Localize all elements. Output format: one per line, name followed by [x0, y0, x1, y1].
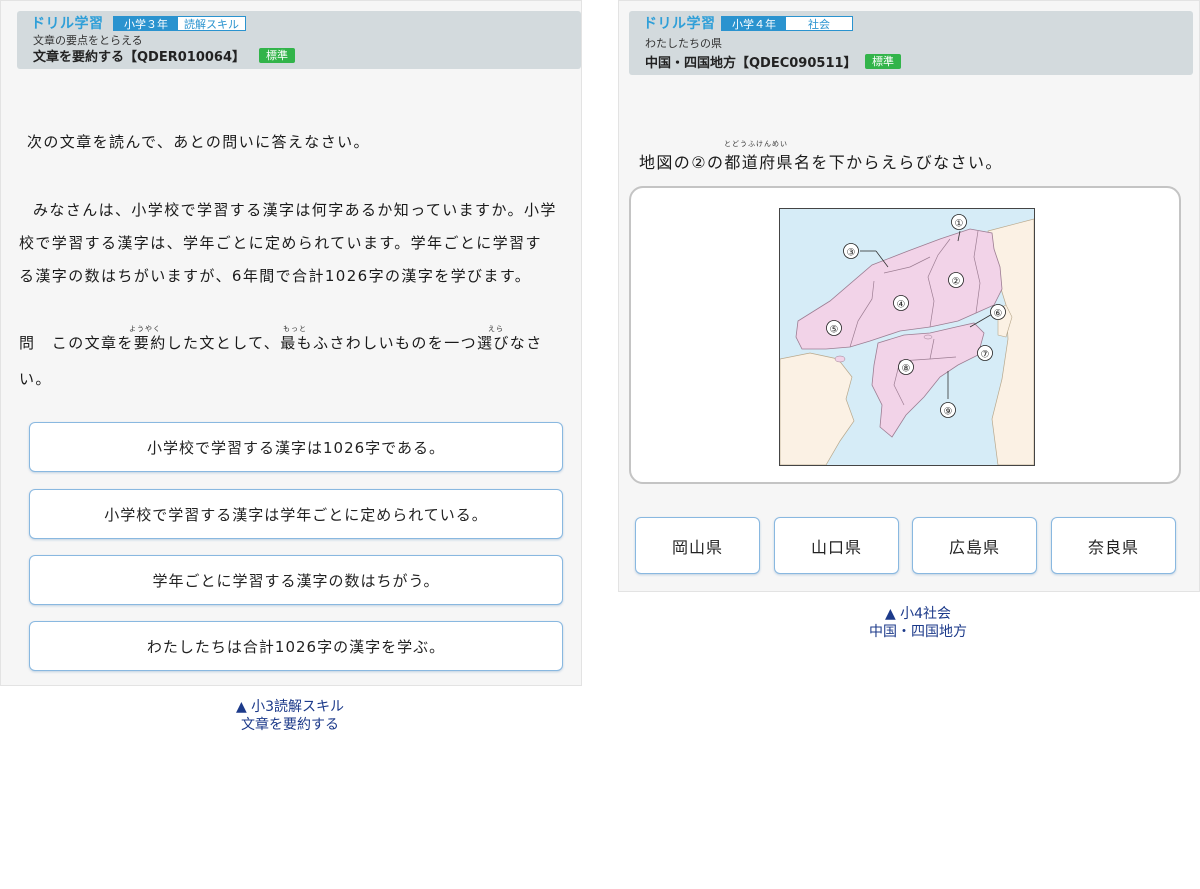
question-text: 地図の②の都道府県名を下からえらびなさい。 [639, 153, 1003, 172]
answer-choice-nara[interactable]: 奈良県 [1051, 517, 1176, 574]
grade-subject-tag: 小学４年 社会 [721, 16, 853, 31]
map-label-8: ⑧ [902, 364, 911, 375]
map-label-1: ① [955, 219, 964, 230]
map-label-6: ⑥ [994, 309, 1003, 320]
answer-choice-4[interactable]: わたしたちは合計1026字の漢字を学ぶ。 [29, 621, 563, 671]
question-line: い。 [19, 370, 52, 388]
caption-line: ▲ 小4社会 [884, 606, 952, 622]
grade-subject-tag: 小学３年 読解スキル [113, 16, 246, 31]
question-line: 問 この文章を要約した文として、最もふさわしいものを一つ選びなさ [19, 334, 543, 352]
ruby-todoufukenmei: とどうふけんめい [724, 140, 788, 148]
passage-line: 校で学習する漢字は、学年ごとに定められています。学年ごとに学習す [19, 234, 542, 252]
unit-name: わたしたちの県 [645, 37, 722, 50]
caption-line: 中国・四国地方 [869, 624, 967, 640]
answer-choice-2[interactable]: 小学校で学習する漢字は学年ごとに定められている。 [29, 489, 563, 539]
answer-choice-hiroshima[interactable]: 広島県 [912, 517, 1037, 574]
level-badge: 標準 [259, 48, 295, 63]
map-label-4: ④ [897, 300, 906, 311]
caption-line: ▲ 小3読解スキル [235, 699, 345, 715]
answer-choice-3[interactable]: 学年ごとに学習する漢字の数はちがう。 [29, 555, 563, 605]
caption-line: 文章を要約する [241, 717, 339, 733]
map-label-9: ⑨ [944, 407, 953, 418]
drill-header: ドリル学習 小学４年 社会 わたしたちの県 中国・四国地方【QDEC090511… [629, 11, 1193, 75]
passage-line: る漢字の数はちがいますが、6年間で合計1026字の漢字を学びます。 [19, 267, 532, 285]
answer-choice-yamaguchi[interactable]: 山口県 [774, 517, 899, 574]
instruction-text: 次の文章を読んで、あとの問いに答えなさい。 [27, 133, 370, 151]
answer-choice-1[interactable]: 小学校で学習する漢字は1026字である。 [29, 422, 563, 472]
level-badge: 標準 [865, 54, 901, 69]
grade-label: 小学３年 [114, 17, 178, 31]
passage-line: みなさんは、小学校で学習する漢字は何字あるか知っていますか。小学 [33, 201, 557, 219]
chugoku-shikoku-map: ① ② ③ ④ ⑤ ⑥ ⑦ ⑧ ⑨ [779, 208, 1035, 466]
subject-label: 読解スキル [178, 17, 245, 31]
right-caption: ▲ 小4社会 中国・四国地方 [818, 605, 1018, 641]
brand-logo: ドリル学習 [31, 16, 104, 32]
subject-label: 社会 [786, 17, 852, 31]
drill-header: ドリル学習 小学３年 読解スキル 文章の要点をとらえる 文章を要約する【QDER… [17, 11, 581, 69]
social-studies-drill-panel: ドリル学習 小学４年 社会 わたしたちの県 中国・四国地方【QDEC090511… [618, 0, 1200, 592]
left-caption: ▲ 小3読解スキル 文章を要約する [190, 698, 390, 734]
map-label-7: ⑦ [981, 350, 990, 361]
drill-title: 文章を要約する【QDER010064】 [33, 50, 246, 65]
reading-drill-panel: ドリル学習 小学３年 読解スキル 文章の要点をとらえる 文章を要約する【QDER… [0, 0, 582, 686]
map-label-2: ② [952, 277, 961, 288]
grade-label: 小学４年 [722, 17, 786, 31]
map-label-3: ③ [847, 248, 856, 259]
drill-title: 中国・四国地方【QDEC090511】 [645, 56, 857, 71]
map-label-5: ⑤ [830, 325, 839, 336]
map-frame: ① ② ③ ④ ⑤ ⑥ ⑦ ⑧ ⑨ [629, 186, 1181, 484]
answer-choice-okayama[interactable]: 岡山県 [635, 517, 760, 574]
brand-logo: ドリル学習 [643, 16, 716, 32]
